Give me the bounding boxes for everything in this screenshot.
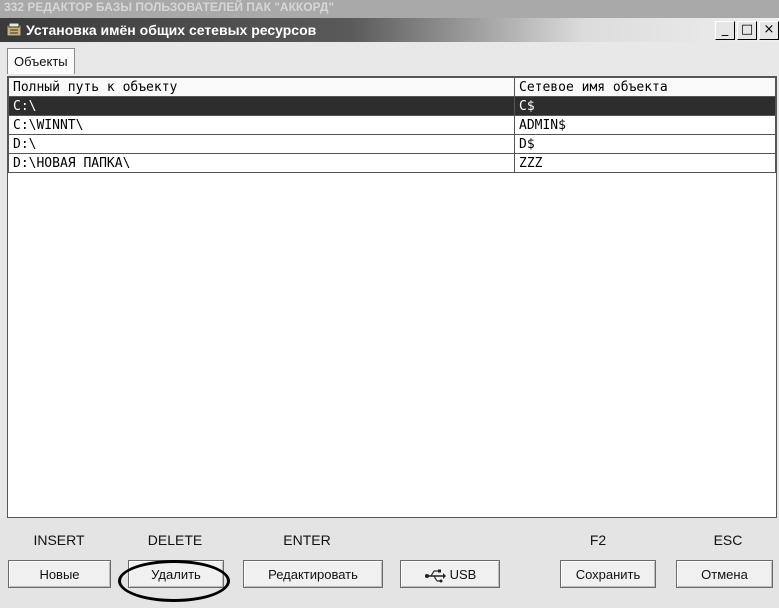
delete-button[interactable]: Удалить (128, 560, 224, 588)
cell-path[interactable]: C:\ (8, 96, 515, 116)
new-button[interactable]: Новые (8, 560, 111, 588)
table-header-row: Полный путь к объекту Сетевое имя объект… (8, 77, 776, 97)
key-hint-f2: F2 (589, 532, 607, 548)
usb-button-label: USB (449, 567, 477, 582)
close-button[interactable]: × (759, 21, 779, 40)
minimize-button[interactable]: _ (715, 21, 735, 40)
tab-objects[interactable]: Объекты (7, 48, 75, 74)
maximize-button[interactable]: □ (737, 21, 757, 40)
column-header-path[interactable]: Полный путь к объекту (8, 77, 515, 97)
table-row[interactable]: C:\WINNT\ ADMIN$ (8, 115, 776, 135)
shares-table-panel: Полный путь к объекту Сетевое имя объект… (7, 76, 777, 518)
dialog-window: Установка имён общих сетевых ресурсов _ … (0, 18, 779, 608)
table-row[interactable]: C:\ C$ (8, 96, 776, 116)
cell-path[interactable]: D:\ (8, 134, 515, 154)
save-button[interactable]: Сохранить (560, 560, 656, 588)
key-hint-esc: ESC (713, 532, 743, 548)
background-window-titlebar: 332 РЕДАКТОР БАЗЫ ПОЛЬЗОВАТЕЛЕЙ ПАК "АКК… (0, 0, 779, 18)
usb-icon (424, 569, 446, 583)
window-titlebar[interactable]: Установка имён общих сетевых ресурсов _ … (0, 18, 779, 42)
cell-share-name[interactable]: ADMIN$ (514, 115, 776, 135)
window-controls: _ □ × (715, 21, 779, 40)
edit-button[interactable]: Редактировать (243, 560, 383, 588)
shares-table: Полный путь к объекту Сетевое имя объект… (8, 77, 776, 173)
cell-share-name[interactable]: ZZZ (514, 153, 776, 173)
cell-share-name[interactable]: D$ (514, 134, 776, 154)
window-title: Установка имён общих сетевых ресурсов (26, 22, 317, 38)
app-icon (6, 22, 22, 37)
key-hint-insert: INSERT (33, 532, 85, 548)
column-header-share-name[interactable]: Сетевое имя объекта (514, 77, 776, 97)
usb-button[interactable]: USB (400, 560, 500, 588)
cell-path[interactable]: D:\НОВАЯ ПАПКА\ (8, 153, 515, 173)
cancel-button[interactable]: Отмена (676, 560, 773, 588)
cell-share-name[interactable]: C$ (514, 96, 776, 116)
key-hint-enter: ENTER (283, 532, 331, 548)
tab-strip: Объекты (7, 48, 75, 76)
button-bar: INSERT DELETE ENTER F2 ESC Новые Удалить… (0, 518, 779, 608)
table-row[interactable]: D:\ D$ (8, 134, 776, 154)
background-window-title: 332 РЕДАКТОР БАЗЫ ПОЛЬЗОВАТЕЛЕЙ ПАК "АКК… (4, 0, 335, 14)
cell-path[interactable]: C:\WINNT\ (8, 115, 515, 135)
table-row[interactable]: D:\НОВАЯ ПАПКА\ ZZZ (8, 153, 776, 173)
key-hint-delete: DELETE (147, 532, 203, 548)
